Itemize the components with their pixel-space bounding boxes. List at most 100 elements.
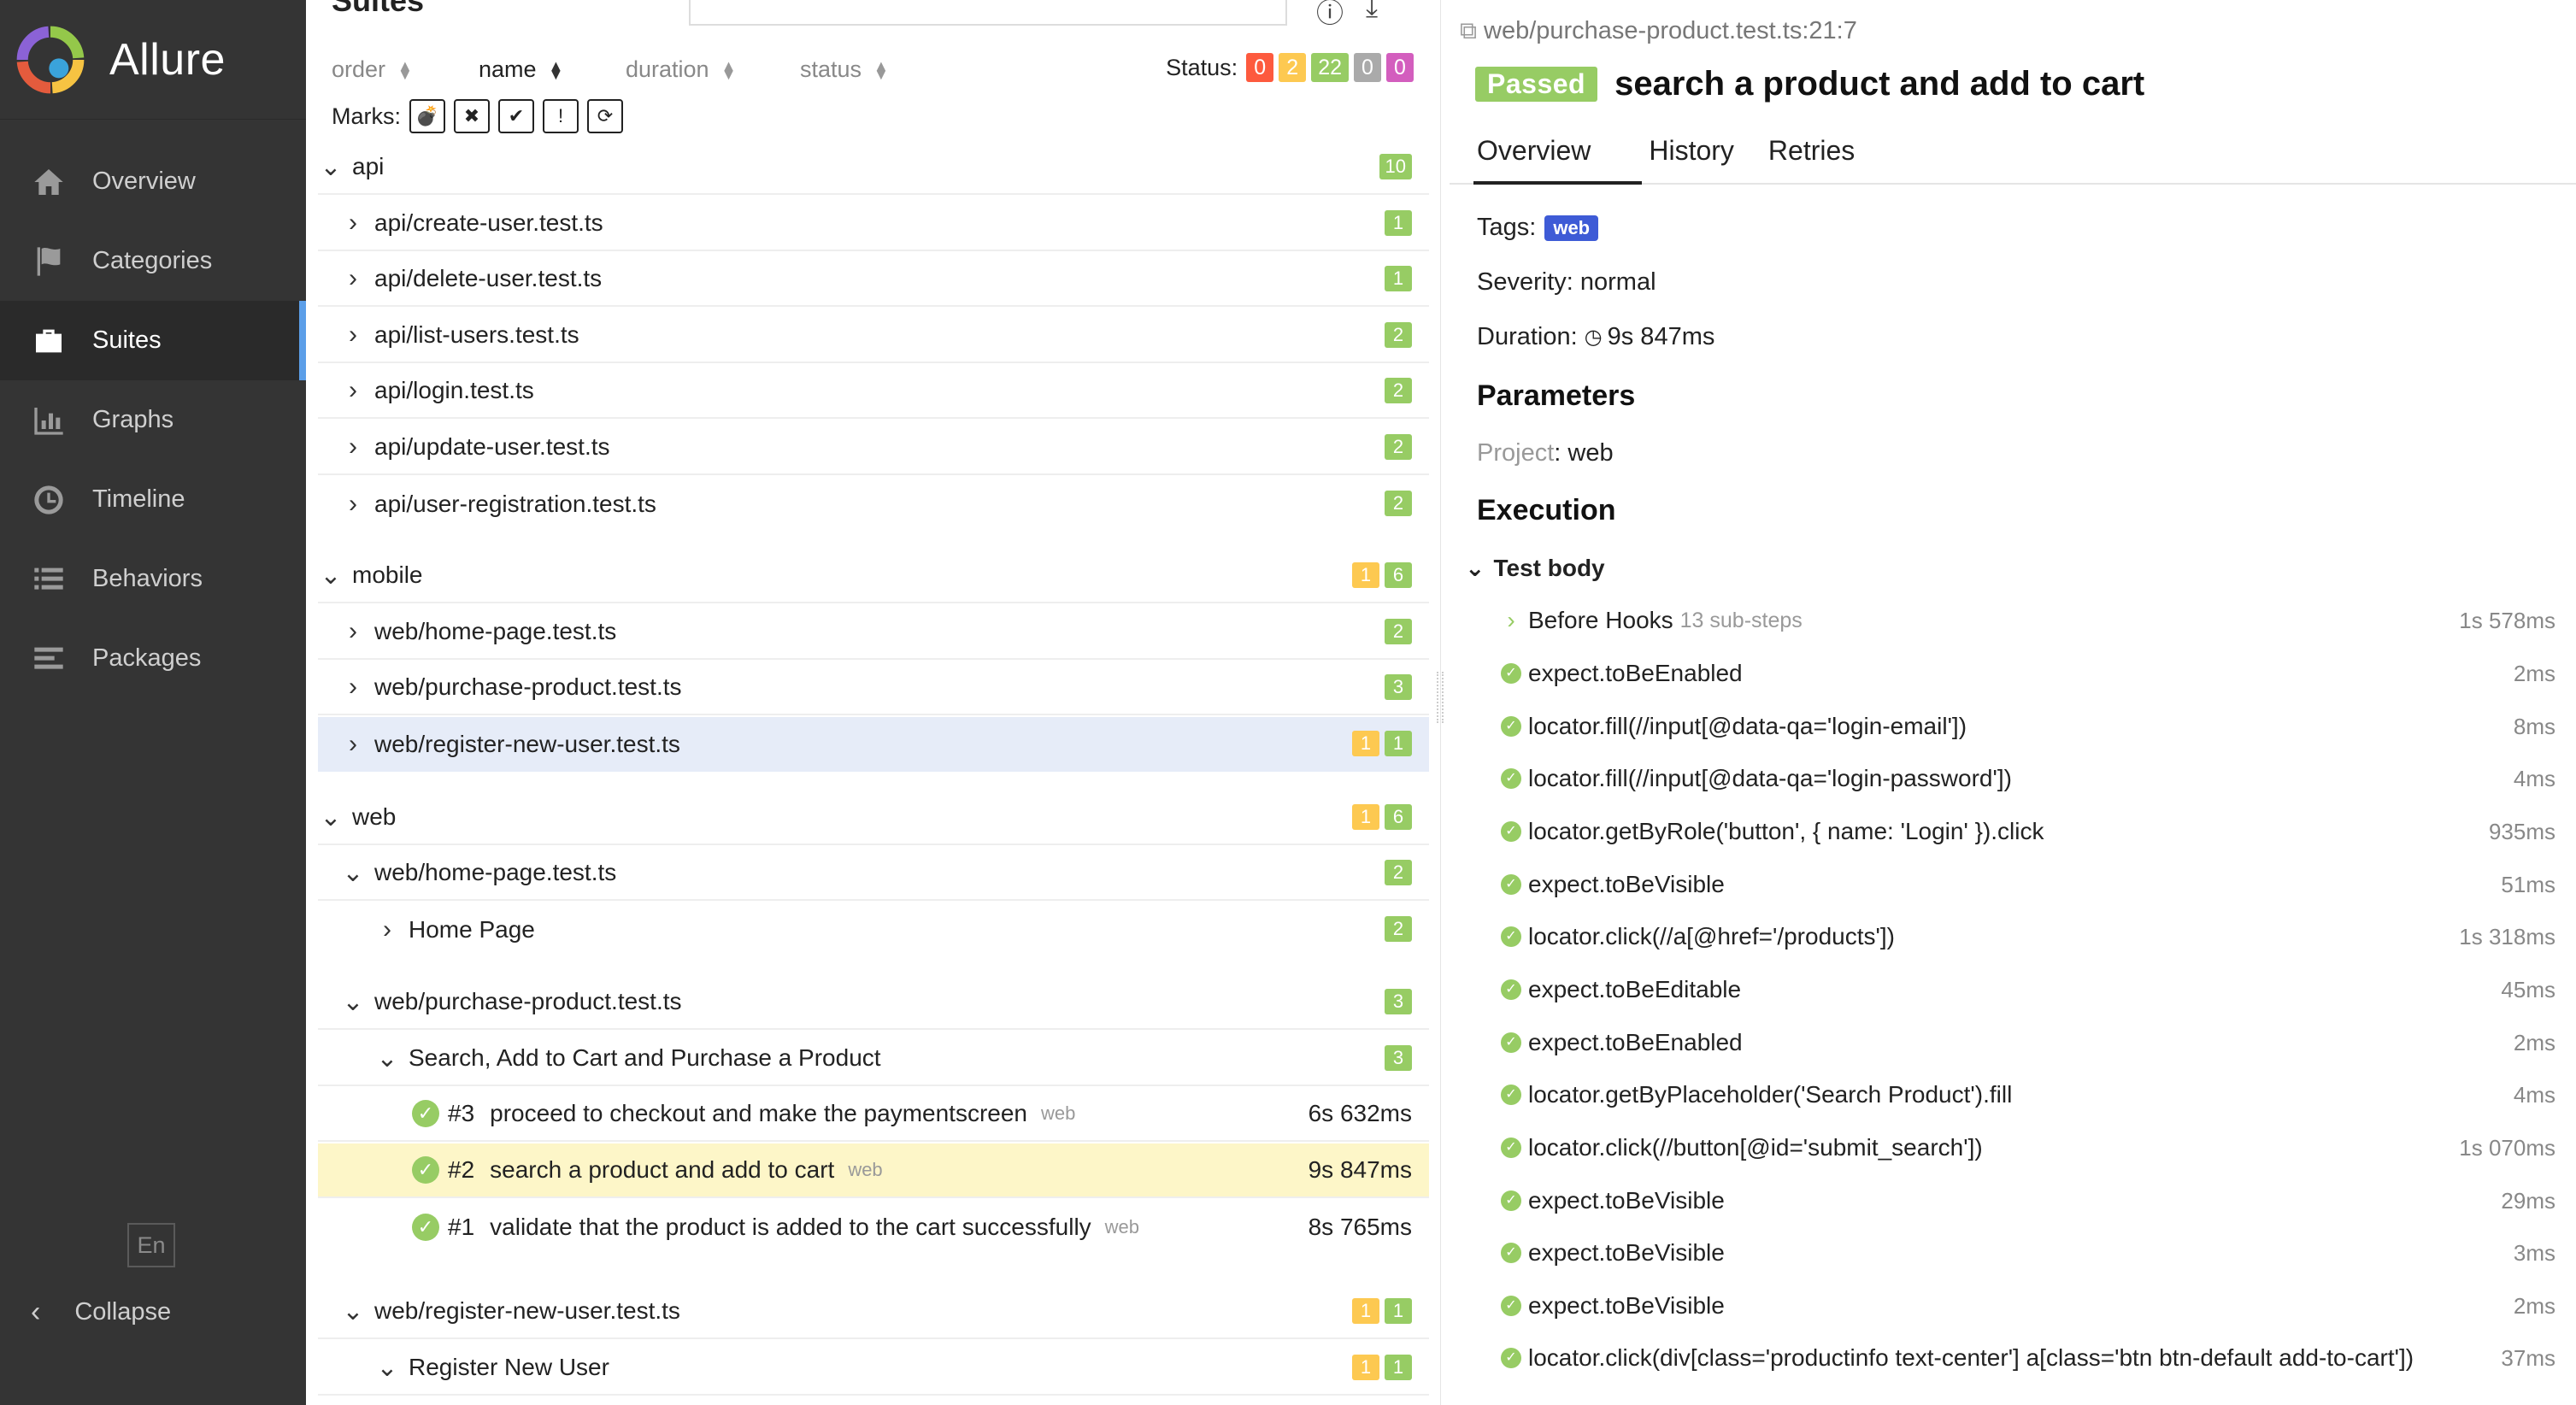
sidebar-item-suites[interactable]: Suites (0, 301, 306, 380)
passed-count-badge: 1 (1385, 266, 1412, 291)
sort-order[interactable]: order ▲ ▼ (332, 56, 413, 83)
test-body-toggle[interactable]: ⌄ Test body (1465, 554, 1605, 582)
sidebar-item-packages[interactable]: Packages (0, 619, 306, 698)
tree-item[interactable]: › api/update-user.test.ts 2 (318, 420, 1429, 475)
chevron-down-icon: ⌄ (320, 152, 342, 181)
tree-item[interactable]: › web/home-page.test.ts 2 (318, 605, 1429, 660)
step-row[interactable]: ✓ expect.toBeVisible 2ms (1501, 1280, 2555, 1332)
sort-duration[interactable]: duration ▲ ▼ (626, 56, 736, 83)
tree-item[interactable]: › api/user-registration.test.ts 2 (318, 477, 1429, 532)
status-broken-toggle[interactable]: 2 (1279, 53, 1307, 82)
tree-item[interactable]: › api/create-user.test.ts 1 (318, 197, 1429, 251)
tree-item[interactable]: ⌄ web/purchase-product.test.ts 3 (318, 975, 1429, 1030)
step-row[interactable]: ✓ locator.click(div[class='productinfo t… (1501, 1332, 2555, 1384)
test-row-selected[interactable]: ✓ #2 search a product and add to cart we… (318, 1143, 1429, 1198)
step-duration: 8ms (2513, 713, 2555, 739)
tree-item[interactable]: › api/login.test.ts 2 (318, 364, 1429, 419)
test-duration: 8s 765ms (1308, 1214, 1412, 1240)
passed-count-badge: 2 (1385, 860, 1412, 885)
tab-overview[interactable]: Overview (1473, 128, 1643, 185)
step-row[interactable]: ✓ expect.toBeEnabled 2ms (1501, 648, 2555, 699)
chevron-right-icon: › (349, 490, 357, 518)
brand[interactable]: Allure (0, 0, 306, 120)
sort-status[interactable]: status ▲ ▼ (800, 56, 889, 83)
collapse-button[interactable]: ‹ Collapse (31, 1291, 171, 1332)
tree-item[interactable]: ⌄ Register New User 1 1 (318, 1341, 1429, 1396)
passed-count-badge: 2 (1385, 434, 1412, 460)
flaky-mark-icon[interactable]: 💣 (409, 99, 445, 133)
test-tag: web (848, 1159, 883, 1180)
tree-item-label: Search, Add to Cart and Purchase a Produ… (409, 1044, 881, 1071)
sort-name[interactable]: name ▲ ▼ (479, 56, 563, 83)
step-row[interactable]: ✓ expect.toBeVisible 29ms (1501, 1175, 2555, 1226)
test-file-path[interactable]: ⧉ web/purchase-product.test.ts:21:7 (1460, 17, 1857, 45)
status-skipped-toggle[interactable]: 0 (1354, 53, 1381, 82)
sidebar-item-overview[interactable]: Overview (0, 142, 306, 221)
sidebar-item-categories[interactable]: Categories (0, 221, 306, 301)
tree-item-label: api/create-user.test.ts (374, 209, 603, 236)
test-detail-pane: ⧉ web/purchase-product.test.ts:21:7 Pass… (1450, 0, 2576, 1405)
tab-history[interactable]: History (1649, 128, 1734, 183)
new-passed-mark-icon[interactable]: ✔ (498, 99, 534, 133)
step-row[interactable]: ✓ expect.toBeEnabled 2ms (1501, 1017, 2555, 1068)
test-row[interactable]: ✓ #3 proceed to checkout and make the pa… (318, 1087, 1429, 1142)
step-row[interactable]: ✓ locator.fill(//input[@data-qa='login-e… (1501, 701, 2555, 752)
tree-item-label: api/delete-user.test.ts (374, 265, 603, 291)
tree-item[interactable]: ⌄ Search, Add to Cart and Purchase a Pro… (318, 1032, 1429, 1086)
toolbar-icons: ⓘ ⤓ (1316, 0, 1378, 31)
copy-icon[interactable]: ⧉ (1460, 17, 1477, 45)
step-row[interactable]: › Before Hooks 13 sub-steps 1s 578ms (1501, 595, 2555, 646)
step-row[interactable]: ✓ expect.toBeVisible 51ms (1501, 859, 2555, 910)
tree-item[interactable]: › api/list-users.test.ts 2 (318, 309, 1429, 363)
duration-value: 9s 847ms (1607, 323, 1715, 350)
step-row[interactable]: ✓ expect.toBeEditable 45ms (1501, 964, 2555, 1015)
test-row[interactable]: ✓ #1 validate that the product is added … (318, 1200, 1429, 1255)
sidebar-item-behaviors[interactable]: Behaviors (0, 539, 306, 619)
chevron-down-icon: ⌄ (342, 1296, 364, 1326)
step-name: locator.fill(//input[@data-qa='login-ema… (1528, 713, 1967, 739)
step-row[interactable]: ✓ locator.fill(//input[@data-qa='login-p… (1501, 753, 2555, 804)
tree-item[interactable]: ⌄ web/register-new-user.test.ts 1 1 (318, 1284, 1429, 1339)
step-row[interactable]: ✓ expect.toBeVisible 3ms (1501, 1227, 2555, 1279)
test-file-path-text: web/purchase-product.test.ts:21:7 (1484, 17, 1857, 44)
step-row[interactable]: ✓ locator.getByPlaceholder('Search Produ… (1501, 1069, 2555, 1120)
chevron-right-icon: › (349, 264, 357, 292)
tree-group-mobile[interactable]: ⌄ mobile 1 6 (318, 549, 1429, 603)
passed-count-badge: 6 (1385, 804, 1412, 830)
test-name: search a product and add to cart (490, 1156, 835, 1183)
new-failed-mark-icon[interactable]: ✖ (454, 99, 490, 133)
sidebar-item-timeline[interactable]: Timeline (0, 460, 306, 539)
retries-mark-icon[interactable]: ⟳ (587, 99, 623, 133)
test-body-label: Test body (1493, 554, 1605, 581)
tree-item[interactable]: ⌄ web/home-page.test.ts 2 (318, 846, 1429, 901)
new-broken-mark-icon[interactable]: ! (543, 99, 579, 133)
tree-item[interactable]: › api/delete-user.test.ts 1 (318, 252, 1429, 307)
tree-item[interactable]: › Home Page 2 (318, 902, 1429, 957)
status-failed-toggle[interactable]: 0 (1246, 53, 1274, 82)
tab-retries[interactable]: Retries (1768, 128, 1855, 183)
tree-group-web[interactable]: ⌄ web 1 6 (318, 791, 1429, 845)
tree-group-api[interactable]: ⌄ api 10 (318, 140, 1429, 195)
status-unknown-toggle[interactable]: 0 (1386, 53, 1414, 82)
step-row[interactable]: ✓ locator.getByRole('button', { name: 'L… (1501, 806, 2555, 857)
language-switcher[interactable]: En (127, 1223, 175, 1267)
tree-item-label: web/home-page.test.ts (374, 859, 617, 885)
search-input[interactable] (689, 0, 1287, 26)
status-passed-toggle[interactable]: 22 (1311, 53, 1349, 82)
chevron-down-icon: ⌄ (342, 987, 364, 1016)
passed-check-icon: ✓ (412, 1214, 439, 1241)
passed-count-badge: 2 (1385, 322, 1412, 348)
tree-item-selected[interactable]: › web/register-new-user.test.ts 1 1 (318, 717, 1429, 772)
download-icon[interactable]: ⤓ (1366, 0, 1378, 31)
step-name: expect.toBeEnabled (1528, 1029, 1743, 1055)
step-row[interactable]: ✓ locator.click(//button[@id='submit_sea… (1501, 1122, 2555, 1173)
sidebar-item-label: Suites (92, 326, 162, 354)
sidebar-item-graphs[interactable]: Graphs (0, 380, 306, 460)
step-row[interactable]: ✓ locator.click(//a[@href='/products']) … (1501, 911, 2555, 962)
tree-item[interactable]: › web/purchase-product.test.ts 3 (318, 661, 1429, 715)
sidebar-item-label: Behaviors (92, 565, 203, 592)
info-icon[interactable]: ⓘ (1316, 0, 1344, 31)
test-tag: web (1104, 1216, 1140, 1237)
chevron-down-icon: ⌄ (320, 561, 342, 590)
pane-resize-handle[interactable] (1437, 672, 1444, 723)
